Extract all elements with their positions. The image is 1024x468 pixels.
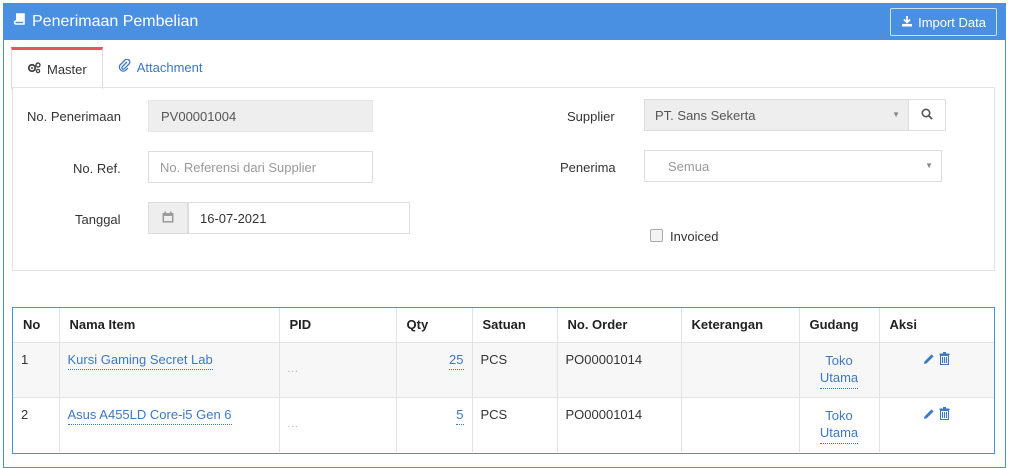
row-pid: ... — [278, 396, 396, 452]
supplier-select[interactable]: PT. Sans Sekerta ▼ — [644, 99, 909, 131]
row-satuan: PCS — [471, 396, 557, 452]
col-no-order: No. Order — [556, 308, 681, 342]
row-keterangan — [680, 341, 799, 397]
tanggal-input[interactable]: 16-07-2021 — [188, 202, 410, 234]
table-header-row: No Nama Item PID Qty Satuan No. Order Ke… — [13, 308, 994, 342]
row-nama-item: Kursi Gaming Secret Lab — [58, 341, 279, 397]
gears-icon — [27, 62, 41, 77]
row-qty: 5 — [395, 396, 472, 452]
gudang-line1[interactable]: Toko — [825, 408, 852, 423]
col-no: No — [23, 317, 41, 333]
row-no-order: PO00001014 — [556, 396, 681, 452]
table-row: 2 Asus A455LD Core-i5 Gen 6 ... 5 PCS PO… — [13, 396, 994, 452]
tab-master-label: Master — [47, 62, 87, 77]
row-keterangan — [680, 396, 799, 452]
row-gudang: Toko Utama — [798, 396, 879, 452]
no-penerimaan-field: PV00001004 — [148, 100, 373, 132]
import-data-label: Import Data — [918, 14, 986, 30]
row-nama-item: Asus A455LD Core-i5 Gen 6 — [58, 396, 279, 452]
col-satuan: Satuan — [471, 308, 557, 342]
pid-editable[interactable]: ... — [288, 352, 388, 375]
pencil-icon[interactable] — [923, 353, 939, 368]
tab-master[interactable]: Master — [11, 47, 103, 89]
row-satuan: PCS — [471, 341, 557, 397]
row-qty: 25 — [395, 341, 472, 397]
tanggal-label: Tanggal — [75, 212, 121, 227]
col-qty: Qty — [395, 308, 472, 342]
row-no: 2 — [13, 396, 59, 452]
calendar-icon — [162, 211, 174, 226]
book-icon — [13, 13, 26, 31]
page-title: Penerimaan Pembelian — [13, 13, 199, 31]
row-aksi — [878, 396, 994, 452]
tab-bar: Master Attachment — [11, 47, 218, 89]
page-title-text: Penerimaan Pembelian — [32, 13, 199, 30]
penerima-label: Penerima — [560, 160, 616, 175]
supplier-search-button[interactable] — [908, 99, 946, 131]
search-icon — [921, 107, 933, 123]
supplier-label: Supplier — [567, 109, 615, 124]
penerima-value: Semua — [668, 158, 710, 174]
col-aksi: Aksi — [878, 308, 994, 342]
supplier-value: PT. Sans Sekerta — [655, 107, 756, 123]
trash-icon[interactable] — [939, 406, 950, 423]
trash-icon[interactable] — [939, 351, 950, 368]
tab-attachment-label: Attachment — [136, 59, 203, 75]
invoiced-label: Invoiced — [670, 229, 719, 244]
row-pid: ... — [278, 341, 396, 397]
row-aksi — [878, 341, 994, 397]
col-nama-item: Nama Item — [58, 308, 279, 342]
pid-editable[interactable]: ... — [288, 407, 388, 430]
calendar-button[interactable] — [148, 202, 188, 234]
paperclip-icon — [118, 58, 131, 75]
pencil-icon[interactable] — [923, 408, 939, 423]
qty-editable[interactable]: 25 — [449, 352, 464, 370]
no-ref-label: No. Ref. — [73, 161, 121, 176]
penerima-select[interactable]: Semua ▼ — [644, 150, 942, 182]
chevron-down-icon: ▼ — [892, 110, 900, 119]
qty-editable[interactable]: 5 — [456, 407, 464, 425]
panel-header: Penerimaan Pembelian Import Data — [4, 4, 1005, 40]
invoiced-checkbox[interactable] — [650, 229, 663, 242]
col-gudang: Gudang — [798, 308, 879, 342]
no-penerimaan-label: No. Penerimaan — [27, 109, 121, 124]
row-no-order: PO00001014 — [556, 341, 681, 397]
items-table: No Nama Item PID Qty Satuan No. Order Ke… — [12, 307, 995, 454]
tab-attachment[interactable]: Attachment — [103, 47, 218, 87]
item-name-link[interactable]: Asus A455LD Core-i5 Gen 6 — [67, 407, 232, 425]
col-keterangan: Keterangan — [680, 308, 799, 342]
table-row: 1 Kursi Gaming Secret Lab ... 25 PCS PO0… — [13, 341, 994, 397]
gudang-line2[interactable]: Utama — [819, 369, 859, 389]
row-gudang: Toko Utama — [798, 341, 879, 397]
gudang-line1[interactable]: Toko — [825, 353, 852, 368]
col-pid: PID — [278, 308, 396, 342]
download-icon — [901, 15, 913, 30]
no-ref-input[interactable]: No. Referensi dari Supplier — [148, 151, 373, 183]
chevron-down-icon: ▼ — [925, 161, 933, 170]
import-data-button[interactable]: Import Data — [890, 8, 997, 36]
item-name-link[interactable]: Kursi Gaming Secret Lab — [67, 352, 213, 370]
row-no: 1 — [13, 341, 59, 397]
gudang-line2[interactable]: Utama — [819, 424, 859, 444]
